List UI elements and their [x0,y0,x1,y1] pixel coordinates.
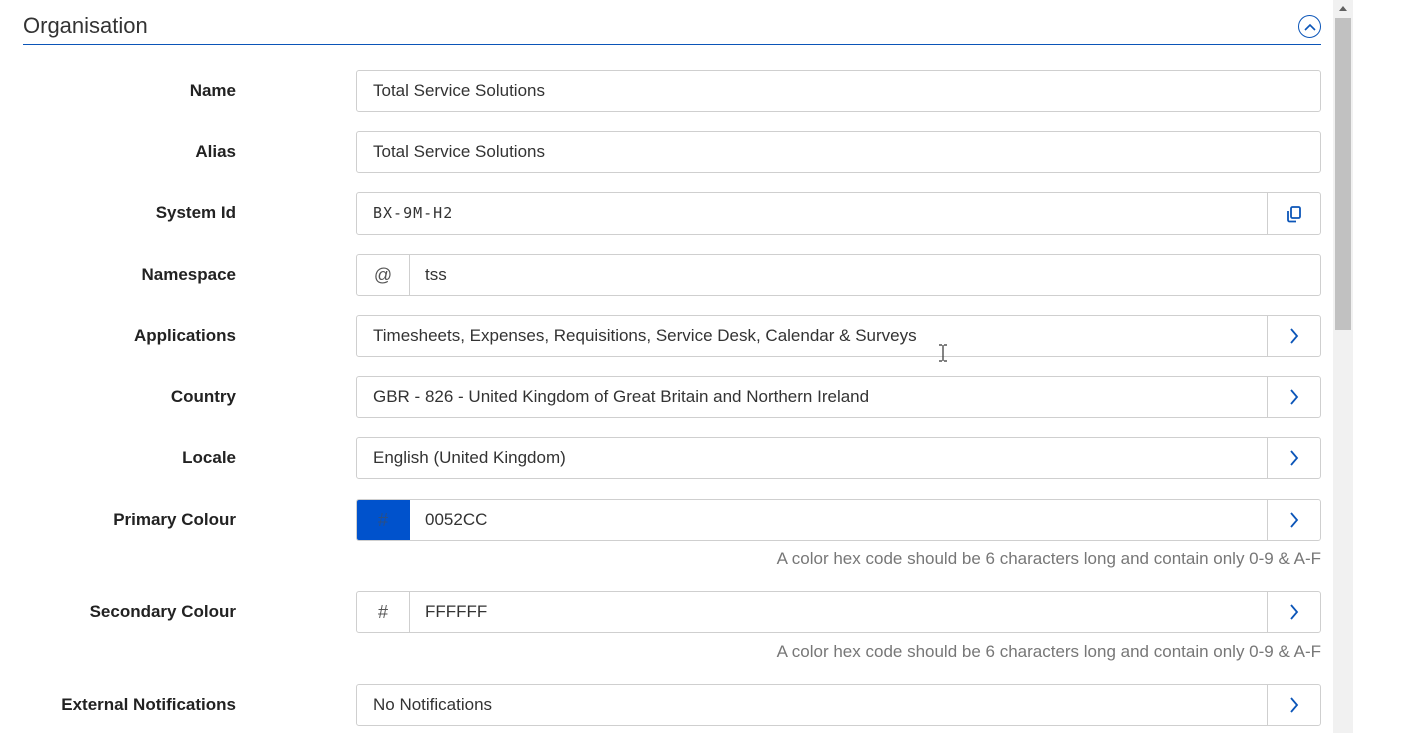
section-title: Organisation [23,13,148,38]
chevron-right-icon [1290,604,1299,620]
primary-colour-picker-button[interactable] [1267,500,1320,540]
scroll-up-button[interactable] [1333,0,1353,17]
system-id-field: BX-9M-H2 [356,192,1321,235]
copy-icon [1287,205,1301,222]
triangle-up-icon [1339,6,1347,11]
namespace-field[interactable]: @ tss [356,254,1321,296]
name-field[interactable]: Total Service Solutions [356,70,1321,112]
alias-field[interactable]: Total Service Solutions [356,131,1321,173]
chevron-right-icon [1290,389,1299,405]
name-label: Name [189,81,236,100]
system-id-label: System Id [155,203,236,222]
secondary-colour-label: Secondary Colour [89,602,236,621]
country-value: GBR - 826 - United Kingdom of Great Brit… [373,387,870,406]
primary-colour-swatch: # [357,500,410,540]
chevron-right-icon [1290,512,1299,528]
applications-value: Timesheets, Expenses, Requisitions, Serv… [373,326,917,345]
namespace-label: Namespace [141,265,236,284]
secondary-colour-help-text: A color hex code should be 6 characters … [776,642,1321,661]
alias-value[interactable]: Total Service Solutions [357,132,1320,172]
text-cursor-icon [939,344,947,362]
secondary-colour-picker-button[interactable] [1267,592,1320,632]
chevron-up-icon [1303,23,1316,31]
applications-field: Timesheets, Expenses, Requisitions, Serv… [356,315,1321,357]
chevron-right-icon [1290,697,1299,713]
country-select-button[interactable] [1267,377,1320,417]
name-value[interactable]: Total Service Solutions [357,71,1320,111]
locale-value: English (United Kingdom) [373,448,566,467]
chevron-right-icon [1290,328,1299,344]
chevron-right-icon [1290,450,1299,466]
applications-label: Applications [133,326,236,345]
namespace-value[interactable]: tss [410,255,1320,295]
collapse-section-button[interactable] [1298,15,1321,38]
external-notifications-field: No Notifications [356,684,1321,726]
locale-label: Locale [182,448,236,467]
primary-colour-field[interactable]: # 0052CC [356,499,1321,541]
locale-select-button[interactable] [1267,438,1320,478]
at-sign-prefix: @ [357,255,410,295]
applications-select-button[interactable] [1267,316,1320,356]
secondary-colour-swatch: # [357,592,410,632]
scroll-thumb[interactable] [1335,18,1351,330]
secondary-colour-value[interactable]: FFFFFF [410,592,1267,632]
copy-button[interactable] [1267,193,1320,234]
primary-colour-label: Primary Colour [113,510,236,529]
country-field: GBR - 826 - United Kingdom of Great Brit… [356,376,1321,418]
alias-label: Alias [195,142,236,161]
external-notifications-select-button[interactable] [1267,685,1320,725]
primary-colour-help-text: A color hex code should be 6 characters … [776,549,1321,568]
system-id-value: BX-9M-H2 [373,204,454,222]
section-header: Organisation [23,0,1321,45]
primary-colour-value[interactable]: 0052CC [410,500,1267,540]
country-label: Country [170,387,236,406]
vertical-scrollbar[interactable] [1333,0,1353,733]
locale-field: English (United Kingdom) [356,437,1321,479]
external-notifications-label: External Notifications [61,695,236,714]
secondary-colour-field[interactable]: # FFFFFF [356,591,1321,633]
external-notifications-value: No Notifications [373,695,493,714]
